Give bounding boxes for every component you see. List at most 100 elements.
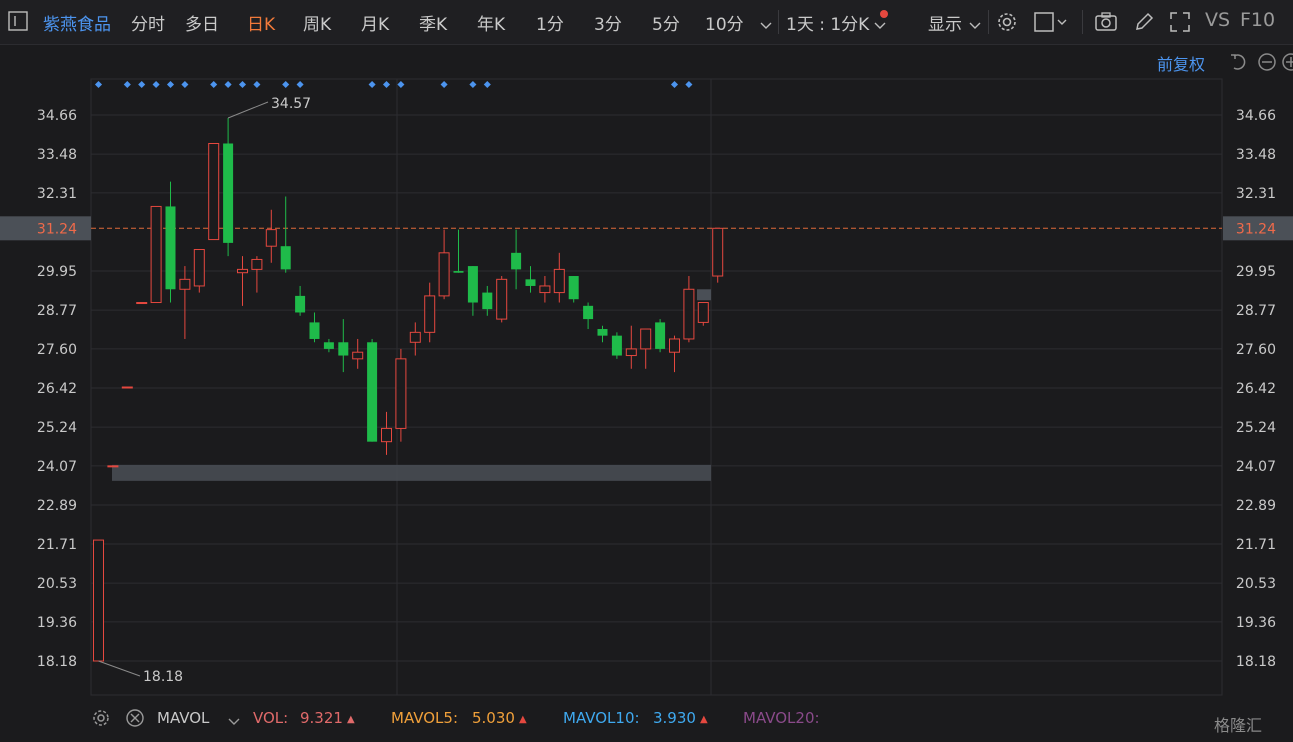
plot-frame xyxy=(90,78,1223,696)
notification-dot-icon xyxy=(879,4,889,23)
event-marker xyxy=(238,80,247,89)
candle-body-down xyxy=(367,342,378,442)
divider xyxy=(778,10,779,34)
candle-body-up xyxy=(539,285,551,294)
event-marker xyxy=(670,80,679,89)
mavol5-number: 5.030 xyxy=(472,709,515,727)
y-tick-label-right: 20.53 xyxy=(1236,576,1276,592)
candle-body-up xyxy=(409,331,421,343)
candle-body-down xyxy=(309,322,320,339)
candle-body-down xyxy=(338,342,349,356)
square-select-icon[interactable] xyxy=(1034,11,1068,37)
chevron-down-icon[interactable] xyxy=(228,713,240,731)
vol-label: VOL: xyxy=(253,709,289,727)
tab-weekly-k[interactable]: 周K xyxy=(303,10,331,35)
close-icon[interactable] xyxy=(125,708,145,732)
vol-value: 9.321 ▲ xyxy=(300,709,355,727)
candle-body-up xyxy=(424,295,436,333)
chevron-down-icon[interactable] xyxy=(969,16,981,35)
candle-body-up xyxy=(208,142,220,241)
high-annotation-label: 34.57 xyxy=(271,96,311,112)
candle-body-up xyxy=(381,427,392,443)
candle-body-down xyxy=(611,335,622,356)
tab-monthly-k[interactable]: 月K xyxy=(361,10,389,35)
candle-body-up xyxy=(438,252,450,297)
candle-body-down xyxy=(482,292,493,310)
mavol20-label: MAVOL20: xyxy=(743,709,820,727)
up-arrow-icon: ▲ xyxy=(699,714,708,725)
event-marker xyxy=(685,80,693,89)
vs-button[interactable]: VS xyxy=(1205,9,1230,31)
y-tick-label-left: 33.48 xyxy=(37,147,77,163)
event-marker xyxy=(152,80,160,89)
candle-body-up xyxy=(251,258,263,270)
event-marker xyxy=(123,80,131,89)
candle-body-up xyxy=(93,539,104,662)
tab-5min[interactable]: 5分 xyxy=(652,10,680,35)
mavol10-label: MAVOL10: xyxy=(563,709,640,727)
sidebar-toggle-icon[interactable] xyxy=(8,11,28,35)
tab-3min[interactable]: 3分 xyxy=(594,10,622,35)
current-price-label-left: 31.24 xyxy=(37,221,77,237)
fullscreen-icon[interactable] xyxy=(1169,11,1191,37)
display-menu[interactable]: 显示 xyxy=(928,10,962,35)
candlestick-chart[interactable]: 34.66 34.66 33.48 33.48 32.31 32.31 29.95 29.95… xyxy=(0,44,1293,701)
y-tick-label-right: 22.89 xyxy=(1236,498,1276,514)
pencil-icon[interactable] xyxy=(1133,11,1155,37)
candle-body-up xyxy=(136,302,148,305)
candle-body-up xyxy=(553,268,565,294)
gear-icon[interactable] xyxy=(996,11,1018,37)
candle-body-down xyxy=(295,295,306,313)
tab-10min[interactable]: 10分 xyxy=(705,10,744,35)
y-tick-label-right: 21.71 xyxy=(1236,537,1276,553)
tab-daily-k[interactable]: 日K xyxy=(247,10,275,35)
y-tick-label-right: 33.48 xyxy=(1236,147,1276,163)
y-tick-label-right: 27.60 xyxy=(1236,342,1276,358)
candle-body-up xyxy=(669,338,680,353)
f10-button[interactable]: F10 xyxy=(1240,9,1275,31)
low-annotation-leader xyxy=(98,660,141,677)
event-marker xyxy=(94,80,103,89)
candle-body-up xyxy=(265,229,277,247)
tab-multi-day[interactable]: 多日 xyxy=(185,10,219,35)
y-tick-label-right: 25.24 xyxy=(1236,420,1276,436)
candle-body-up xyxy=(237,268,248,274)
y-tick-label-left: 19.36 xyxy=(37,615,77,631)
candle-body-down xyxy=(453,271,464,273)
y-tick-label-left: 28.77 xyxy=(37,303,77,319)
chevron-down-icon[interactable] xyxy=(760,16,772,35)
toolbar: 紫燕食品 分时 多日 日K 周K 月K 季K 年K 1分 3分 5分 10分 1… xyxy=(0,0,1293,45)
tab-quarterly-k[interactable]: 季K xyxy=(419,10,447,35)
tab-1min[interactable]: 1分 xyxy=(536,10,564,35)
event-marker xyxy=(382,80,391,89)
watermark-logo: 格隆汇 xyxy=(1214,716,1263,735)
y-tick-label-left: 26.42 xyxy=(37,381,77,397)
mavol5-value: 5.030 ▲ xyxy=(472,709,527,727)
indicator-bar: MAVOL VOL: 9.321 ▲ MAVOL5: 5.030 ▲ MAVOL10… xyxy=(0,701,1293,734)
candle-body-up xyxy=(150,205,162,304)
y-tick-label-right: 19.36 xyxy=(1236,615,1276,631)
tab-yearly-k[interactable]: 年K xyxy=(477,10,505,35)
candle-body-up xyxy=(683,288,695,340)
camera-icon[interactable] xyxy=(1094,11,1118,37)
candle-body-up xyxy=(712,227,724,277)
mavol10-number: 3.930 xyxy=(653,709,696,727)
price-gap-band xyxy=(697,289,711,301)
y-tick-label-left: 34.66 xyxy=(37,108,77,124)
y-tick-label-left: 20.53 xyxy=(37,576,77,592)
stock-name[interactable]: 紫燕食品 xyxy=(43,10,111,35)
y-tick-label-right: 26.42 xyxy=(1236,381,1276,397)
up-arrow-icon: ▲ xyxy=(346,714,355,725)
candle-body-up xyxy=(107,465,119,468)
candle-body-up xyxy=(193,249,205,287)
indicator-settings-icon[interactable] xyxy=(91,708,111,732)
event-marker xyxy=(469,80,477,89)
mavol10-value: 3.930 ▲ xyxy=(653,709,708,727)
candle-body-up xyxy=(496,278,508,320)
low-annotation-label: 18.18 xyxy=(143,669,183,685)
y-tick-label-left: 21.71 xyxy=(37,537,77,553)
indicator-name[interactable]: MAVOL xyxy=(157,709,209,727)
candle-body-down xyxy=(280,246,291,270)
interval-select[interactable]: 1天 : 1分K xyxy=(786,10,869,35)
tab-intraday[interactable]: 分时 xyxy=(131,10,165,35)
